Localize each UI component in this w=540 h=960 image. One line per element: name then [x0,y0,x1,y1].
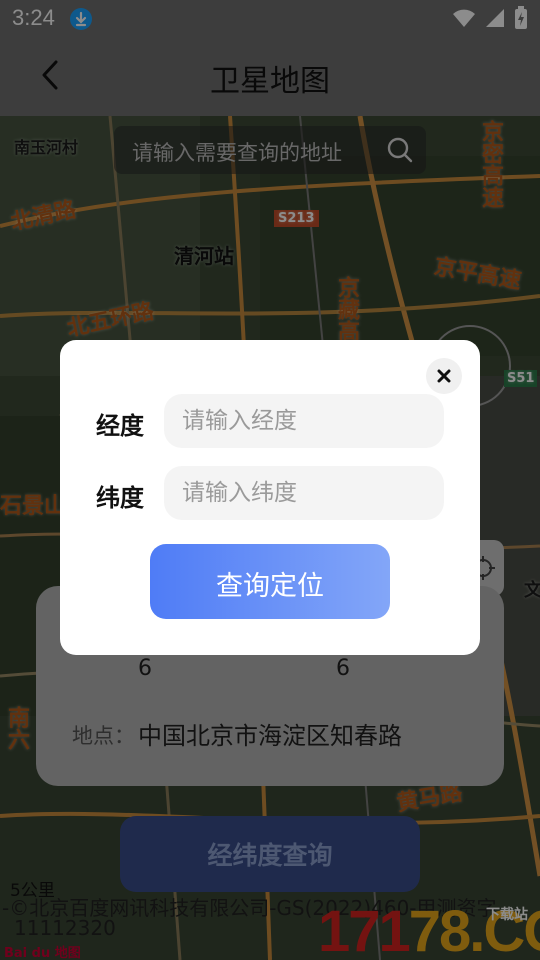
latitude-label: 纬度 [96,484,144,512]
locate-submit-button[interactable]: 查询定位 [150,544,390,619]
locate-dialog: 经度 纬度 查询定位 [60,340,480,655]
longitude-input[interactable] [164,394,444,448]
close-icon[interactable] [426,358,462,394]
latitude-input[interactable] [164,466,444,520]
locate-submit-label: 查询定位 [216,571,324,602]
longitude-label: 经度 [96,412,144,440]
